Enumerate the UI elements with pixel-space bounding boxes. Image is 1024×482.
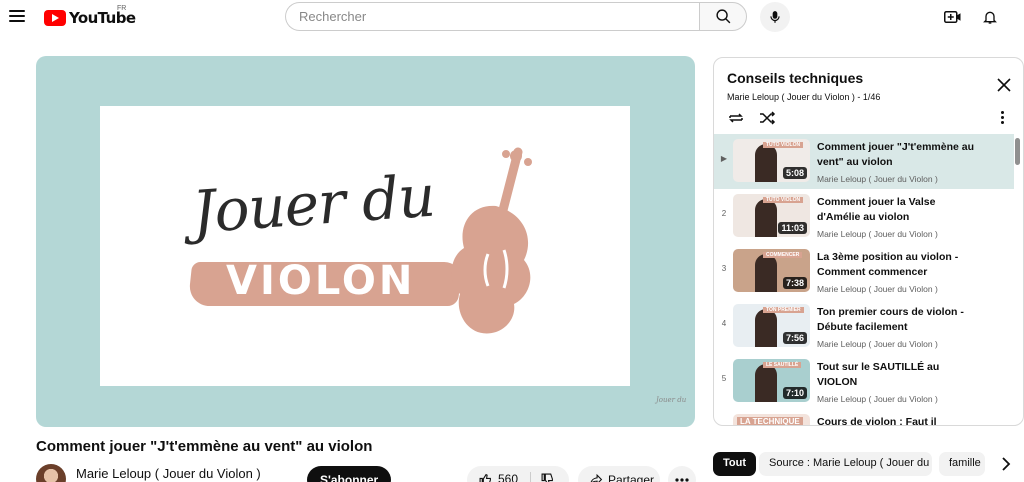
thumbnail-person bbox=[755, 144, 777, 182]
brand-script-text: Jouer du bbox=[189, 161, 437, 247]
share-label: Partager bbox=[608, 473, 655, 482]
video-player[interactable]: Jouer du VIOLON Jouer du bbox=[36, 56, 695, 427]
thumbnail-tag: TON PREMIER bbox=[763, 307, 804, 313]
video-thumbnail: LA TECHNIQUE bbox=[733, 414, 810, 425]
notifications-button[interactable] bbox=[980, 7, 1000, 27]
thumbnail-person bbox=[755, 199, 777, 237]
video-thumbnail: Jouer du VIOLON bbox=[100, 106, 630, 386]
playing-indicator-icon: ▶ bbox=[720, 154, 728, 163]
duration-badge: 5:08 bbox=[782, 167, 807, 179]
thumbnail-tag: LA TECHNIQUE bbox=[737, 417, 803, 425]
playlist-item-title: Ton premier cours de violon - Débute fac… bbox=[817, 306, 964, 333]
playlist-item-channel: Marie Leloup ( Jouer du Violon ) bbox=[817, 394, 938, 404]
bell-icon bbox=[983, 11, 997, 24]
playlist-item-channel: Marie Leloup ( Jouer du Violon ) bbox=[817, 229, 938, 239]
avatar[interactable] bbox=[36, 464, 66, 482]
duration-badge: 7:38 bbox=[782, 277, 807, 289]
search-input[interactable] bbox=[299, 9, 699, 24]
brand-word: VIOLON bbox=[226, 258, 416, 304]
search-box[interactable] bbox=[285, 2, 699, 31]
thumbnail-person bbox=[755, 309, 777, 347]
playlist-item-channel: Marie Leloup ( Jouer du Violon ) bbox=[817, 174, 938, 184]
playlist-subtitle: Marie Leloup ( Jouer du Violon ) - 1/46 bbox=[727, 92, 881, 102]
playlist-panel: Conseils techniques Marie Leloup ( Jouer… bbox=[713, 57, 1024, 426]
playlist-item[interactable]: 4 TON PREMIER 7:56 Ton premier cours de … bbox=[714, 299, 1014, 354]
playlist-item-title: Tout sur le SAUTILLÉ au VIOLON bbox=[817, 361, 940, 388]
youtube-play-icon bbox=[44, 10, 66, 26]
search-button[interactable] bbox=[699, 2, 747, 31]
like-dislike-group[interactable]: 560 bbox=[467, 466, 569, 482]
playlist-item-index: 3 bbox=[721, 264, 727, 273]
close-icon[interactable] bbox=[995, 76, 1013, 94]
duration-badge: 7:56 bbox=[782, 332, 807, 344]
playlist-item-index: 4 bbox=[721, 319, 727, 328]
playlist-menu-icon[interactable] bbox=[998, 111, 1006, 127]
playlist-item-index: 2 bbox=[721, 209, 727, 218]
playlist-item[interactable]: ▶ TUTO VIOLON 5:08 Comment jouer "J't'em… bbox=[714, 134, 1014, 189]
playlist-items: ▶ TUTO VIOLON 5:08 Comment jouer "J't'em… bbox=[714, 134, 1014, 426]
playlist-item-title: La 3ème position au violon - Comment com… bbox=[817, 251, 959, 278]
loop-icon[interactable] bbox=[727, 110, 745, 126]
thumbnail-tag: TUTO VIOLON bbox=[763, 142, 804, 148]
video-thumbnail: TON PREMIER 7:56 bbox=[733, 304, 810, 347]
playlist-item[interactable]: 5 LE SAUTILLÉ 7:10 Tout sur le SAUTILLÉ … bbox=[714, 354, 1014, 409]
duration-badge: 11:03 bbox=[778, 222, 807, 234]
region-code: FR bbox=[117, 5, 127, 12]
share-button[interactable]: Partager bbox=[578, 466, 660, 482]
video-thumbnail: LE SAUTILLÉ 7:10 bbox=[733, 359, 810, 402]
like-divider bbox=[530, 472, 531, 482]
chip-source[interactable]: Source : Marie Leloup ( Jouer du Violon … bbox=[759, 452, 932, 476]
thumbnail-person bbox=[755, 254, 777, 292]
playlist-item-title: Comment jouer "J't'emmène au vent" au vi… bbox=[817, 141, 975, 168]
mic-icon bbox=[770, 11, 780, 23]
duration-badge: 7:10 bbox=[782, 387, 807, 399]
playlist-item[interactable]: 2 TUTO VIOLON 11:03 Comment jouer la Val… bbox=[714, 189, 1014, 244]
brand-block: VIOLON bbox=[187, 256, 463, 316]
playlist-item-channel: Marie Leloup ( Jouer du Violon ) bbox=[817, 284, 938, 294]
more-horizontal-icon bbox=[675, 478, 689, 482]
channel-name[interactable]: Marie Leloup ( Jouer du Violon ) bbox=[76, 466, 261, 481]
thumbnail-tag: COMMENCER bbox=[763, 252, 803, 258]
playlist-item-title: Cours de violon : Faut il bbox=[817, 416, 937, 426]
thumbnail-tag: LE SAUTILLÉ bbox=[763, 362, 802, 368]
search-icon bbox=[715, 9, 730, 24]
video-thumbnail: TUTO VIOLON 5:08 bbox=[733, 139, 810, 182]
playlist-item[interactable]: 3 COMMENCER 7:38 La 3ème position au vio… bbox=[714, 244, 1014, 299]
channel-row: Marie Leloup ( Jouer du Violon ) S'abonn… bbox=[36, 464, 696, 482]
video-thumbnail: TUTO VIOLON 11:03 bbox=[733, 194, 810, 237]
playlist-item-title: Comment jouer la Valse d'Amélie au violo… bbox=[817, 196, 936, 223]
video-thumbnail: COMMENCER 7:38 bbox=[733, 249, 810, 292]
more-actions-button[interactable] bbox=[668, 466, 696, 482]
voice-search-button[interactable] bbox=[760, 2, 790, 32]
playlist-item-channel: Marie Leloup ( Jouer du Violon ) bbox=[817, 339, 938, 349]
shuffle-icon[interactable] bbox=[758, 110, 776, 126]
like-count: 560 bbox=[498, 472, 519, 482]
playlist-item-index: 5 bbox=[721, 374, 727, 383]
share-icon bbox=[590, 473, 603, 482]
thumbnail-tag: TUTO VIOLON bbox=[763, 197, 804, 203]
create-button[interactable] bbox=[943, 7, 963, 27]
menu-icon[interactable] bbox=[9, 10, 25, 22]
violin-icon bbox=[451, 147, 532, 334]
thumbnail-person bbox=[755, 364, 777, 402]
chevron-right-icon[interactable] bbox=[999, 456, 1013, 472]
player-watermark: Jouer du bbox=[656, 396, 687, 404]
related-chips: Tout Source : Marie Leloup ( Jouer du Vi… bbox=[713, 452, 1024, 476]
video-title: Comment jouer "J't'emmène au vent" au vi… bbox=[36, 438, 373, 455]
playlist-scrollbar[interactable] bbox=[1015, 138, 1020, 165]
subscribe-button[interactable]: S'abonner bbox=[307, 466, 392, 482]
thumbs-down-icon[interactable] bbox=[541, 473, 554, 482]
chip-all[interactable]: Tout bbox=[713, 452, 757, 476]
top-bar: YouTube FR bbox=[0, 0, 1024, 34]
create-icon bbox=[944, 11, 961, 23]
chip-famille[interactable]: famille bbox=[939, 452, 985, 476]
playlist-title[interactable]: Conseils techniques bbox=[727, 70, 863, 86]
playlist-item[interactable]: LA TECHNIQUE Cours de violon : Faut il bbox=[714, 409, 1014, 426]
thumbs-up-icon bbox=[479, 473, 491, 482]
